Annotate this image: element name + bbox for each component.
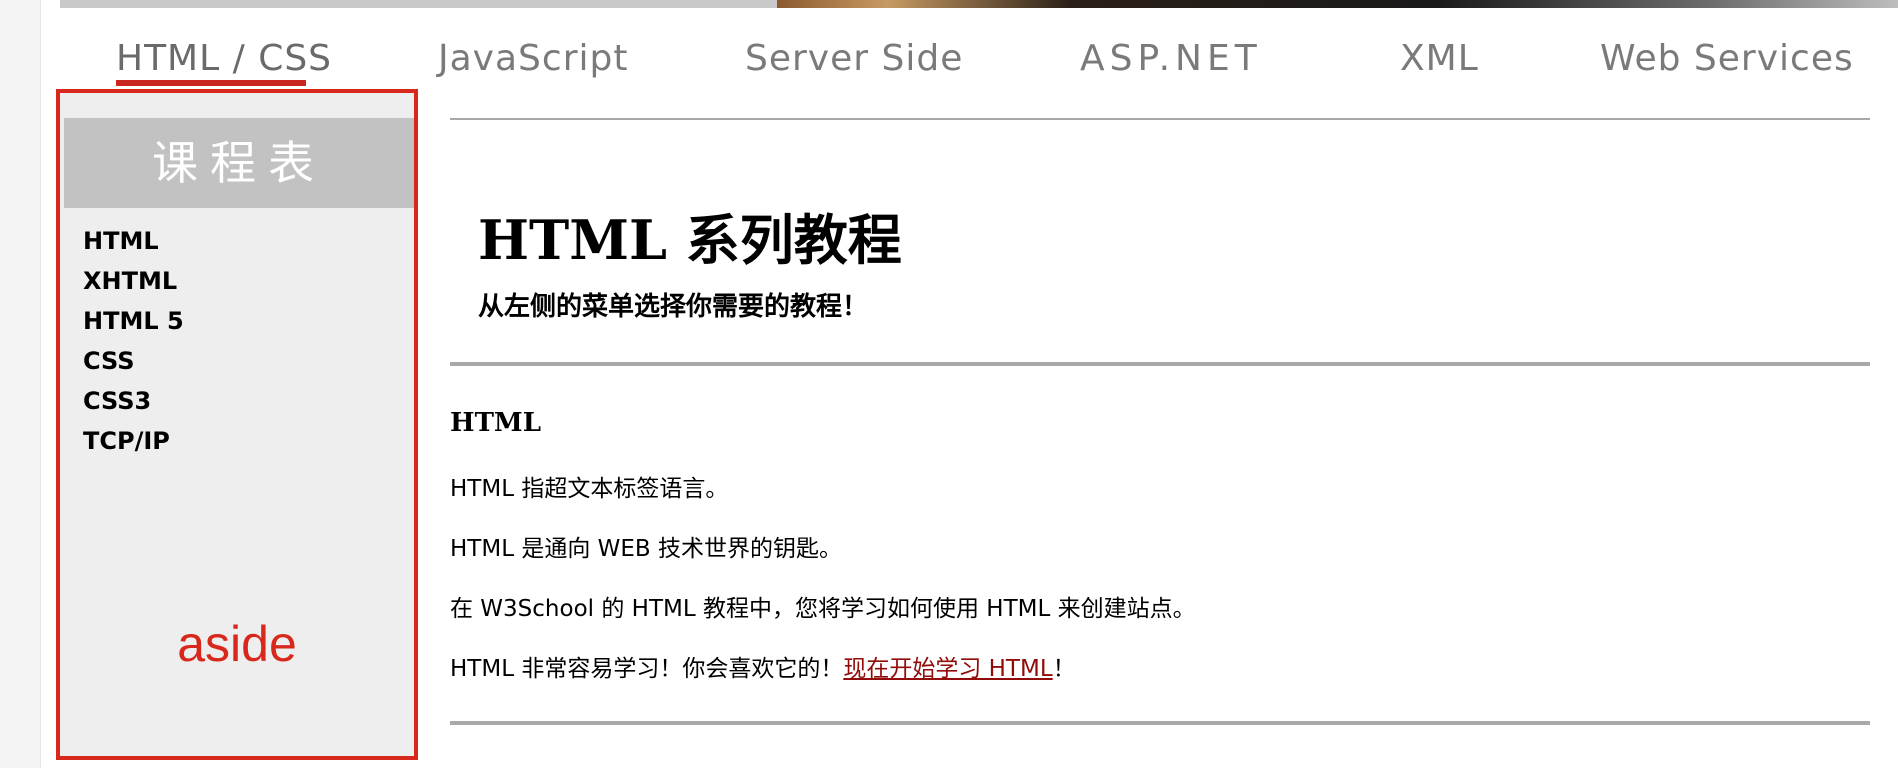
nav-item-html-css[interactable]: HTML / CSS (116, 38, 332, 79)
paragraph-1: HTML 指超文本标签语言。 (450, 476, 729, 502)
aside-annotation-label: aside (177, 616, 297, 672)
start-learning-html-link[interactable]: 现在开始学习 HTML (843, 656, 1052, 682)
paragraph-2: HTML 是通向 WEB 技术世界的钥匙。 (450, 536, 842, 562)
page: HTML / CSS JavaScript Server Side ASP.NE… (0, 0, 1898, 768)
divider-intro (450, 362, 1870, 366)
paragraph-4: HTML 非常容易学习！你会喜欢它的！现在开始学习 HTML！ (450, 649, 1076, 683)
page-subtitle: 从左侧的菜单选择你需要的教程！ (478, 292, 869, 322)
course-item-html5[interactable]: HTML 5 (83, 301, 184, 341)
course-item-xhtml[interactable]: XHTML (83, 261, 184, 301)
divider-top (450, 118, 1870, 120)
page-title: HTML 系列教程 (478, 208, 902, 272)
course-item-html[interactable]: HTML (83, 221, 184, 261)
section-title-html: HTML (450, 408, 541, 438)
aside-sidebar: 课程表 HTML XHTML HTML 5 CSS CSS3 TCP/IP as… (56, 89, 418, 760)
divider-bottom (450, 721, 1870, 725)
paragraph-4-suffix: ！ (1052, 656, 1076, 682)
course-item-css[interactable]: CSS (83, 341, 184, 381)
course-item-tcp-ip[interactable]: TCP/IP (83, 421, 184, 461)
main-content: HTML 系列教程 从左侧的菜单选择你需要的教程！ HTML HTML 指超文本… (450, 0, 1870, 768)
course-list-title: 课程表 (64, 118, 414, 208)
course-list: HTML XHTML HTML 5 CSS CSS3 TCP/IP (83, 221, 184, 461)
left-gutter (0, 0, 41, 768)
active-nav-underline (116, 80, 306, 86)
course-item-css3[interactable]: CSS3 (83, 381, 184, 421)
paragraph-3: 在 W3School 的 HTML 教程中，您将学习如何使用 HTML 来创建站… (450, 596, 1196, 622)
paragraph-4-text: HTML 非常容易学习！你会喜欢它的！ (450, 656, 844, 682)
